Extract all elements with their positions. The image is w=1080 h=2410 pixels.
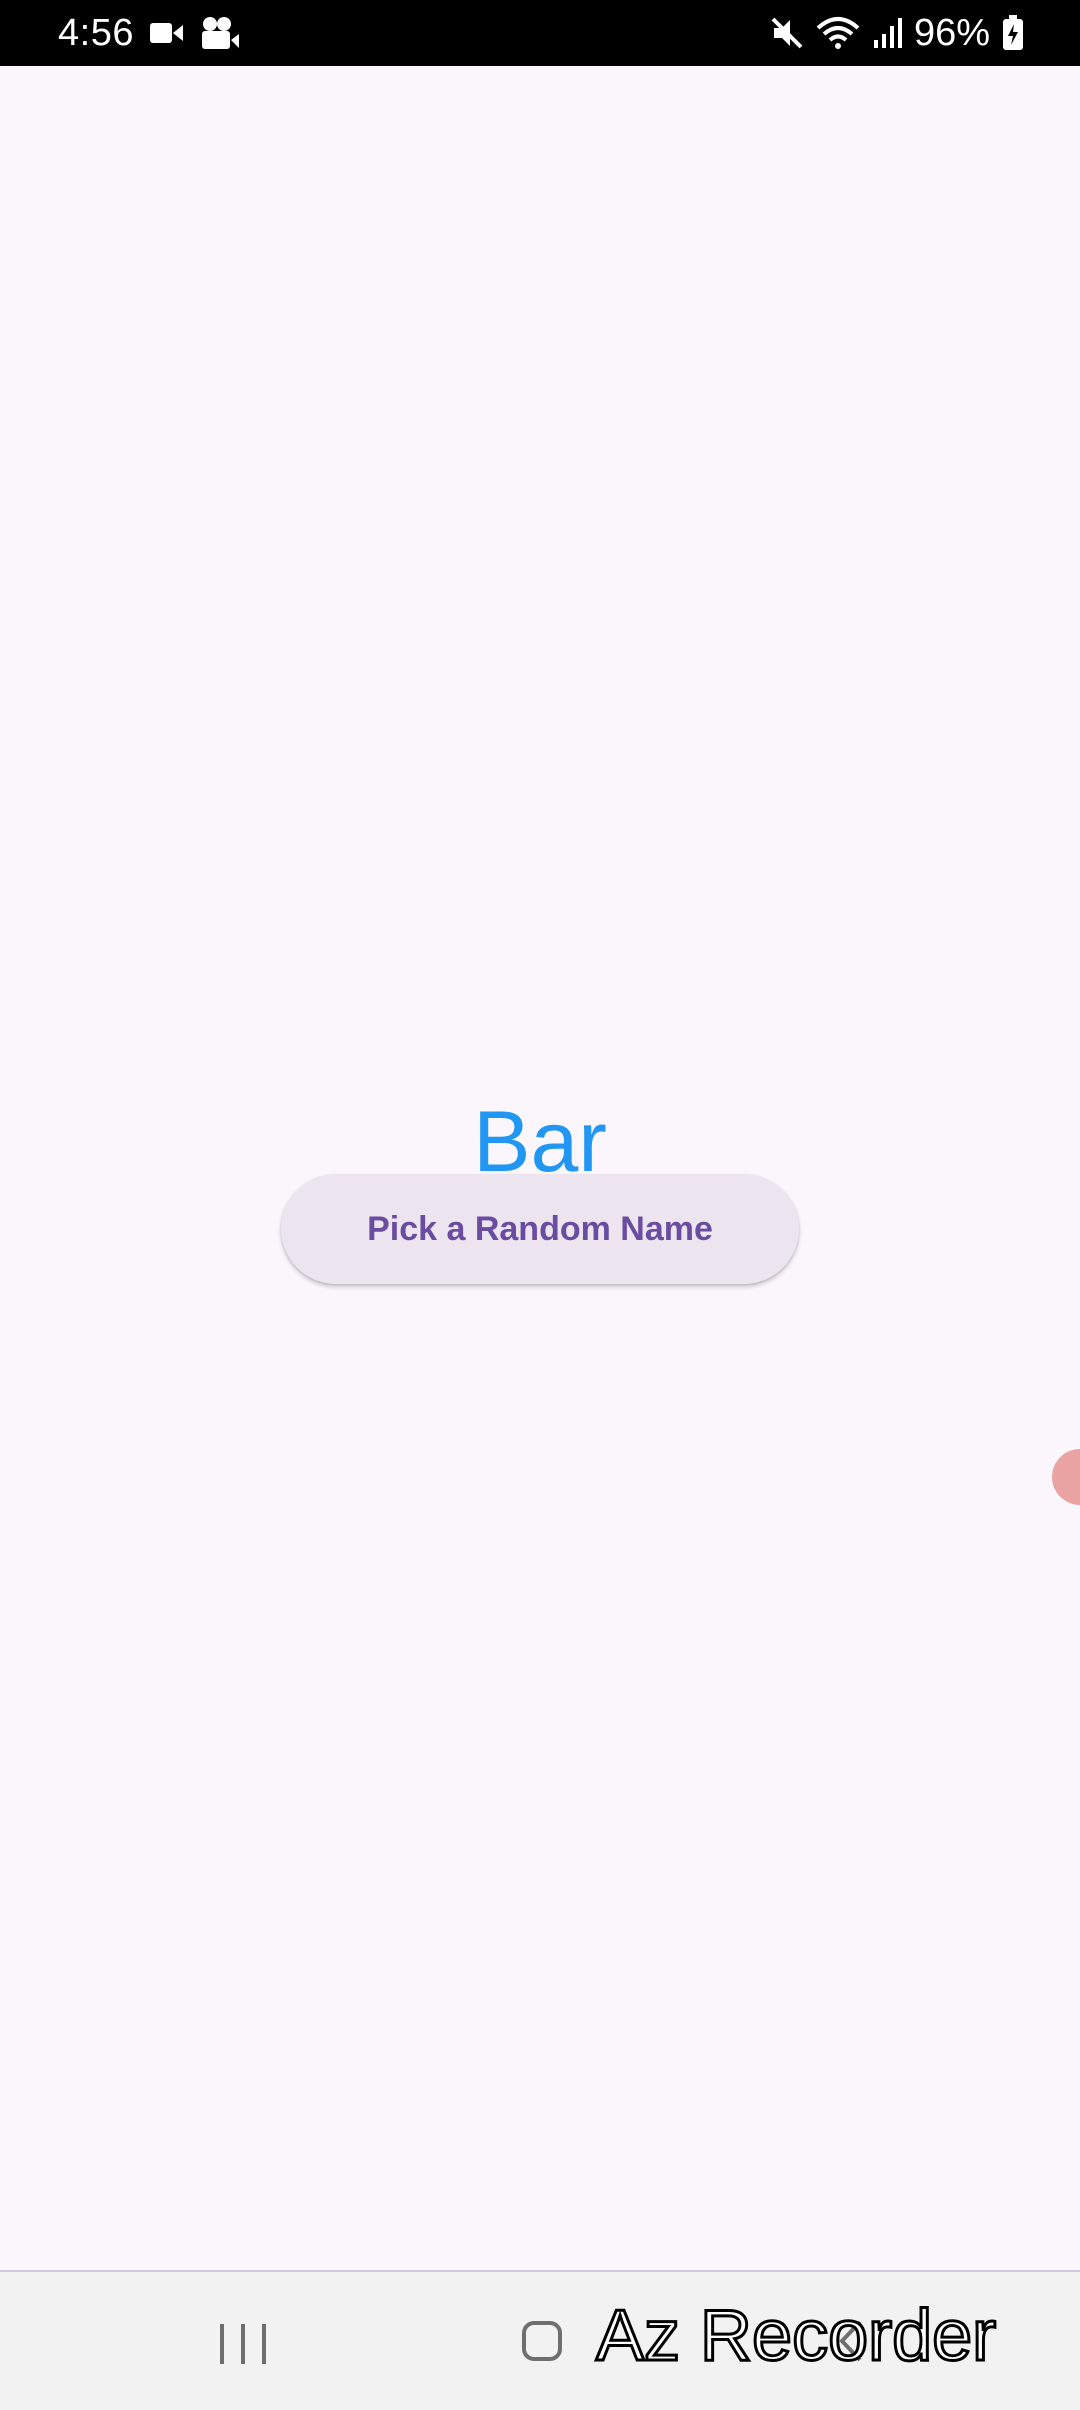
status-bar: 4:56 96% (0, 0, 1080, 66)
wifi-icon (816, 16, 860, 50)
signal-icon (872, 16, 902, 50)
main-content: Bar Pick a Random Name (0, 66, 1080, 2270)
recorder-watermark: Az Recorder (594, 2296, 997, 2376)
video-camera-icon (149, 20, 184, 46)
camera-icon (200, 16, 240, 50)
recent-apps-icon[interactable] (220, 2324, 266, 2364)
picked-name-text: Bar (473, 1094, 607, 1190)
battery-percent: 96% (913, 11, 990, 54)
pick-random-name-button[interactable]: Pick a Random Name (281, 1174, 799, 1284)
mute-icon (770, 16, 804, 50)
battery-charging-icon (1002, 15, 1024, 51)
status-right: 96% (770, 10, 1024, 56)
status-time: 4:56 (58, 11, 134, 54)
home-icon[interactable] (522, 2321, 562, 2361)
status-left: 4:56 (58, 10, 240, 56)
